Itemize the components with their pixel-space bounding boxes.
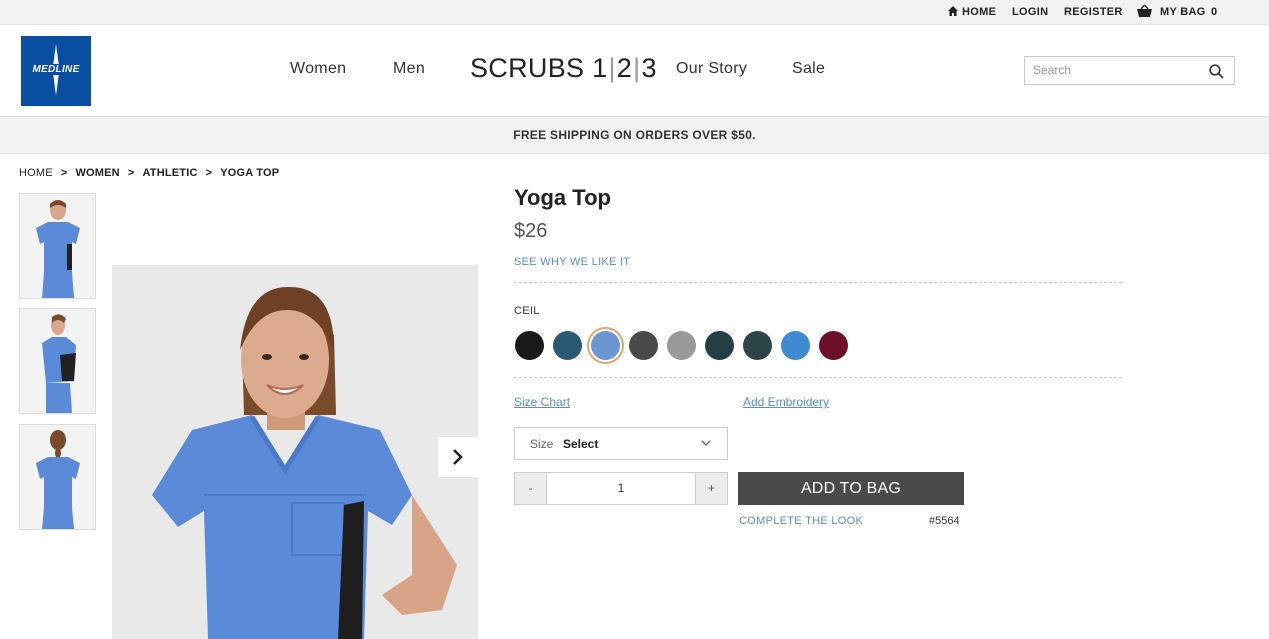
color-swatch[interactable]	[667, 331, 696, 360]
search-input[interactable]	[1033, 63, 1203, 77]
shipping-banner: FREE SHIPPING ON ORDERS OVER $50.	[0, 117, 1269, 154]
brand-wordmark[interactable]: SCRUBS 1|2|3	[470, 53, 657, 84]
breadcrumb-home[interactable]: HOME	[19, 167, 53, 179]
add-embroidery-link[interactable]: Add Embroidery	[743, 395, 829, 409]
model-front-image	[20, 194, 95, 298]
search-box	[1024, 56, 1235, 85]
next-image-button[interactable]	[438, 437, 478, 477]
size-label: Size	[530, 437, 554, 451]
chevron-down-icon	[701, 440, 711, 446]
divider	[514, 282, 1122, 283]
nav-our-story[interactable]: Our Story	[676, 60, 747, 78]
style-number: #5564	[929, 515, 960, 527]
breadcrumb-current: YOGA TOP	[220, 167, 280, 179]
home-link[interactable]: HOME	[962, 6, 996, 18]
nav-sale[interactable]: Sale	[792, 60, 825, 78]
see-why-link[interactable]: SEE WHY WE LIKE IT	[514, 256, 630, 268]
product-title: Yoga Top	[514, 185, 611, 210]
logo-text: MEDLINE	[21, 64, 91, 75]
medline-logo[interactable]: MEDLINE	[21, 36, 91, 106]
selected-color-name: CEIL	[514, 305, 540, 317]
qty-decrement-button[interactable]: -	[515, 473, 547, 504]
model-main-image	[112, 265, 478, 639]
home-icon[interactable]	[948, 6, 958, 16]
product-thumbnail-back[interactable]	[19, 424, 96, 530]
breadcrumb-women[interactable]: WOMEN	[75, 167, 119, 179]
color-swatch[interactable]	[553, 331, 582, 360]
product-thumbnail-front[interactable]	[19, 193, 96, 299]
breadcrumb: HOME > WOMEN > ATHLETIC > YOGA TOP	[19, 167, 280, 179]
quantity-stepper: - 1 +	[514, 472, 728, 505]
nav-men[interactable]: Men	[393, 60, 425, 78]
login-link[interactable]: LOGIN	[1012, 6, 1048, 18]
brand-digit-2: 2	[616, 53, 633, 83]
color-swatch[interactable]	[515, 331, 544, 360]
product-price: $26	[514, 220, 548, 242]
shipping-text: FREE SHIPPING ON ORDERS OVER $50.	[513, 128, 756, 142]
color-swatch[interactable]	[743, 331, 772, 360]
site-header: MEDLINE Women Men SCRUBS 1|2|3 Our Story…	[0, 25, 1269, 117]
color-swatch[interactable]	[819, 331, 848, 360]
main-product-image	[112, 265, 478, 639]
brand-digit-3: 3	[641, 53, 657, 83]
model-back-image	[20, 425, 95, 529]
utility-bar: HOME LOGIN REGISTER MY BAG 0	[0, 0, 1269, 25]
qty-increment-button[interactable]: +	[695, 473, 727, 504]
color-swatch[interactable]	[591, 331, 620, 360]
divider	[514, 377, 1122, 378]
complete-the-look-link[interactable]: COMPLETE THE LOOK	[739, 515, 863, 527]
color-swatch[interactable]	[629, 331, 658, 360]
model-side-image	[20, 309, 95, 413]
chevron-right-icon	[453, 449, 463, 465]
basket-icon[interactable]	[1137, 5, 1152, 17]
brand-word: SCRUBS	[470, 53, 585, 83]
bag-count: 0	[1211, 6, 1218, 18]
breadcrumb-athletic[interactable]: ATHLETIC	[142, 167, 197, 179]
color-swatch[interactable]	[705, 331, 734, 360]
brand-digit-1: 1	[592, 53, 608, 83]
nav-women[interactable]: Women	[290, 60, 346, 78]
register-link[interactable]: REGISTER	[1064, 6, 1123, 18]
add-to-bag-button[interactable]: ADD TO BAG	[738, 472, 964, 505]
size-value: Select	[563, 437, 599, 451]
size-chart-link[interactable]: Size Chart	[514, 395, 570, 409]
qty-input[interactable]: 1	[547, 473, 695, 504]
my-bag-link[interactable]: MY BAG	[1160, 6, 1206, 18]
size-select[interactable]: Size Select	[514, 427, 728, 460]
search-icon[interactable]	[1209, 64, 1224, 79]
color-swatch[interactable]	[781, 331, 810, 360]
product-thumbnail-side[interactable]	[19, 308, 96, 414]
